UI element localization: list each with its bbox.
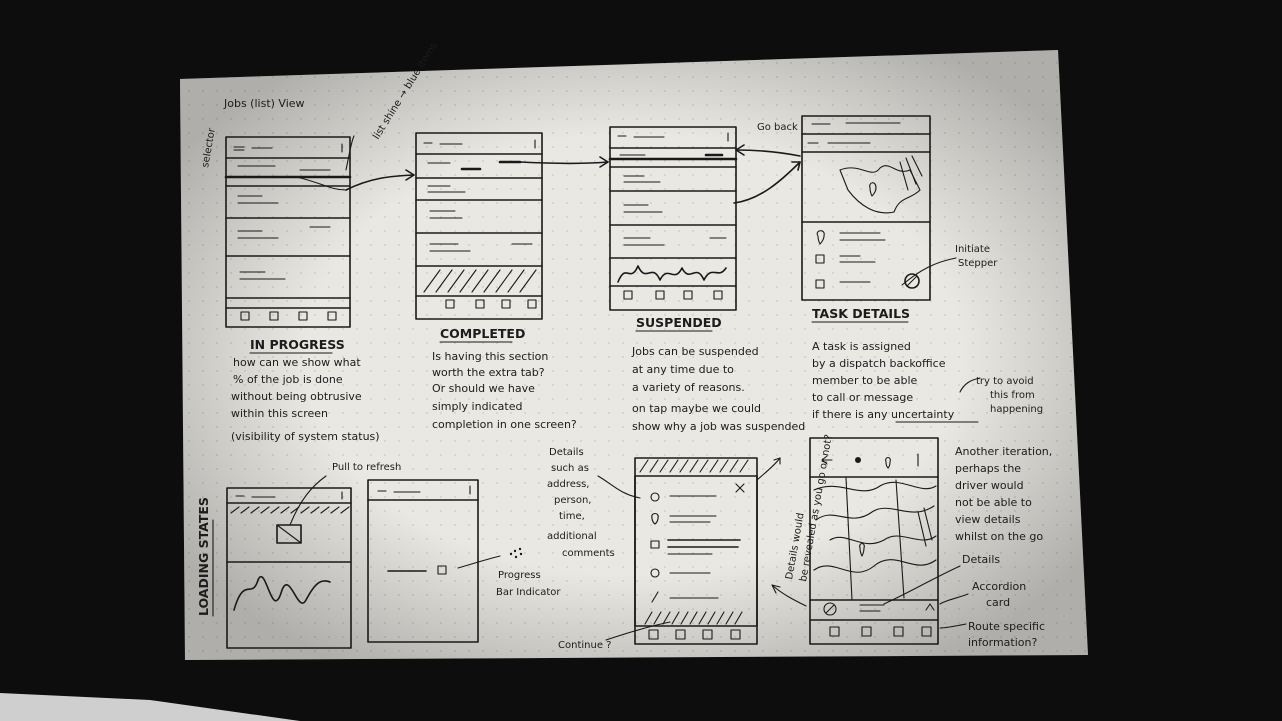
- section-title: SUSPENDED: [636, 315, 722, 330]
- iteration-note-line: view details: [955, 513, 1021, 526]
- details-note-line: time,: [559, 511, 585, 522]
- note-line: worth the extra tab?: [432, 366, 545, 379]
- accordion-note-line-2: card: [986, 596, 1010, 609]
- note-line: Is having this section: [432, 350, 548, 363]
- try-avoid-line-1: try to avoid: [976, 376, 1034, 387]
- initiate-stepper-line-1: Initiate: [955, 244, 990, 255]
- note-line: A task is assigned: [812, 340, 911, 353]
- go-back-note: Go back: [757, 122, 798, 133]
- note-line: without being obtrusive: [231, 390, 362, 403]
- try-avoid-line-3: happening: [990, 404, 1043, 415]
- note-line: simply indicated: [432, 400, 522, 413]
- details-note-line: additional: [547, 531, 597, 542]
- details-note-line: address,: [547, 479, 589, 490]
- note-line: (visibility of system status): [231, 430, 380, 443]
- section-title: TASK DETAILS: [812, 306, 910, 321]
- note-line: to call or message: [812, 391, 913, 404]
- iteration-note-line: Another iteration,: [955, 445, 1052, 458]
- note-line: completion in one screen?: [432, 418, 577, 431]
- accordion-note-line-1: Accordion: [972, 580, 1026, 593]
- sheet-title: Jobs (list) View: [223, 97, 305, 110]
- note-line: Or should we have: [432, 382, 535, 395]
- details-note-line: person,: [554, 495, 591, 506]
- note-line: show why a job was suspended: [632, 420, 805, 433]
- progress-note-line-1: Progress: [498, 570, 541, 581]
- try-avoid-line-2: this from: [990, 390, 1035, 401]
- loading-states-label: LOADING STATES: [196, 497, 211, 616]
- details-note-line: Details: [549, 447, 584, 458]
- note-line: by a dispatch backoffice: [812, 357, 946, 370]
- note-line: at any time due to: [632, 363, 734, 376]
- section-title: COMPLETED: [440, 326, 525, 341]
- note-line: on tap maybe we could: [632, 402, 761, 415]
- route-info-line-2: information?: [968, 636, 1037, 649]
- note-line: how can we show what: [233, 356, 361, 369]
- details-note: Details: [962, 553, 1000, 566]
- note-line: a variety of reasons.: [632, 381, 745, 394]
- iteration-note-line: driver would: [955, 479, 1024, 492]
- initiate-stepper-line-2: Stepper: [958, 258, 998, 269]
- iteration-note-line: whilst on the go: [955, 530, 1043, 543]
- details-note-line: such as: [551, 463, 589, 474]
- sketch-photo: Jobs (list) View selector list shine → b…: [0, 0, 1282, 721]
- continue-note: Continue ?: [558, 640, 611, 651]
- iteration-note-line: perhaps the: [955, 462, 1021, 475]
- note-line: within this screen: [231, 407, 328, 420]
- note-line: if there is any uncertainty: [812, 408, 955, 421]
- note-line: Jobs can be suspended: [631, 345, 759, 358]
- route-info-line-1: Route specific: [968, 620, 1045, 633]
- progress-note-line-2: Bar Indicator: [496, 587, 561, 598]
- iteration-note-line: not be able to: [955, 496, 1032, 509]
- note-line: % of the job is done: [233, 373, 343, 386]
- details-note-line: comments: [562, 548, 615, 559]
- pull-to-refresh-note: Pull to refresh: [332, 462, 401, 473]
- section-title: IN PROGRESS: [250, 337, 345, 352]
- note-line: member to be able: [812, 374, 918, 387]
